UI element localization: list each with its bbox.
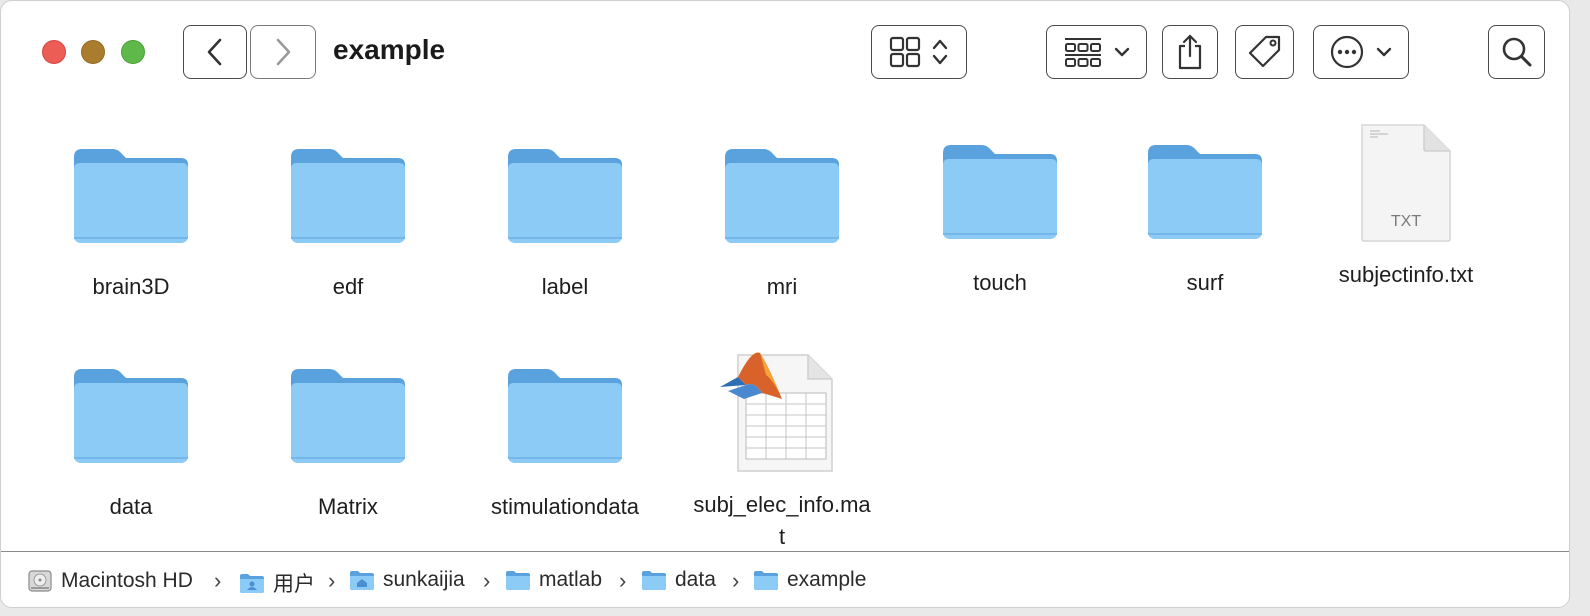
crumb-label: Macintosh HD xyxy=(61,569,193,592)
toolbar: example xyxy=(1,1,1569,101)
path-bar: Macintosh HD › 用户 › sunkaijia › matlab ›… xyxy=(1,551,1569,607)
item-name: subjectinfo.txt xyxy=(1338,262,1474,287)
item-name: stimulationdata xyxy=(491,494,639,519)
tag-icon xyxy=(1248,35,1280,68)
share-button[interactable] xyxy=(1162,25,1218,79)
crumb-label: 用户 xyxy=(273,573,315,596)
chevron-right-icon xyxy=(276,38,291,66)
zoom-window-button[interactable] xyxy=(121,40,145,64)
crumb-label: matlab xyxy=(539,568,603,591)
item-name: surf xyxy=(1186,270,1224,295)
folder-icon xyxy=(725,149,839,243)
crumb-users[interactable]: 用户 xyxy=(239,568,315,598)
folder-icon xyxy=(291,369,405,463)
file-item-folder[interactable]: mri xyxy=(672,101,892,311)
close-window-button[interactable] xyxy=(42,40,66,64)
user-folder-icon xyxy=(240,574,264,593)
folder-icon xyxy=(1148,145,1262,239)
chevron-down-icon xyxy=(1376,47,1392,57)
file-item-mat[interactable]: subj_elec_info.ma t xyxy=(672,321,892,551)
folder-icon xyxy=(74,149,188,243)
crumb-macintosh-hd[interactable]: Macintosh HD xyxy=(27,568,193,594)
back-button[interactable] xyxy=(183,25,247,79)
file-item-folder[interactable]: touch xyxy=(890,101,1110,311)
crumb-matlab[interactable]: matlab xyxy=(505,568,602,592)
item-name: touch xyxy=(973,270,1027,295)
folder-icon xyxy=(642,571,666,590)
file-item-folder[interactable]: edf xyxy=(238,101,458,311)
group-icon xyxy=(1064,38,1101,67)
item-name: edf xyxy=(332,274,364,299)
file-item-folder[interactable]: label xyxy=(455,101,675,311)
search-icon xyxy=(1502,37,1531,67)
view-mode-button[interactable] xyxy=(871,25,967,79)
grid-view-icon xyxy=(889,36,921,68)
file-grid: brain3D edf label mri touch surf TXT sub… xyxy=(1,101,1569,551)
chevron-left-icon xyxy=(207,38,222,66)
item-name-line1: subj_elec_info.ma xyxy=(693,492,871,517)
forward-button[interactable] xyxy=(250,25,316,79)
crumb-label: data xyxy=(675,568,716,591)
item-name: Matrix xyxy=(318,494,378,519)
folder-icon xyxy=(506,571,530,590)
up-down-chevron-icon xyxy=(932,39,948,65)
crumb-label: sunkaijia xyxy=(383,568,465,591)
folder-icon xyxy=(74,369,188,463)
file-type-badge: TXT xyxy=(1390,213,1422,230)
item-name: brain3D xyxy=(92,274,170,299)
minimize-window-button[interactable] xyxy=(81,40,105,64)
chevron-down-icon xyxy=(1114,47,1129,57)
item-name: label xyxy=(541,274,589,299)
folder-icon xyxy=(508,149,622,243)
crumb-data[interactable]: data xyxy=(641,568,716,592)
tag-button[interactable] xyxy=(1235,25,1294,79)
item-name: data xyxy=(109,494,153,519)
file-item-folder[interactable]: surf xyxy=(1095,101,1315,311)
folder-icon xyxy=(754,571,778,590)
path-separator: › xyxy=(328,568,336,593)
path-separator: › xyxy=(619,568,627,593)
group-button[interactable] xyxy=(1046,25,1147,79)
window-title: example xyxy=(333,34,446,65)
item-name-line2: t xyxy=(778,524,786,549)
path-separator: › xyxy=(483,568,491,593)
more-actions-button[interactable] xyxy=(1313,25,1409,79)
crumb-home[interactable]: sunkaijia xyxy=(349,568,465,592)
finder-window: example brain3D edf label mri touch surf… xyxy=(0,0,1570,608)
file-item-folder[interactable]: data xyxy=(21,321,241,531)
matlab-file-icon xyxy=(720,352,833,472)
ellipsis-circle-icon xyxy=(1330,35,1364,69)
folder-icon xyxy=(508,369,622,463)
file-item-folder[interactable]: stimulationdata xyxy=(455,321,675,531)
path-separator: › xyxy=(732,568,740,593)
search-button[interactable] xyxy=(1488,25,1545,79)
file-item-folder[interactable]: brain3D xyxy=(21,101,241,311)
folder-icon xyxy=(943,145,1057,239)
path-separator: › xyxy=(214,568,222,593)
share-icon xyxy=(1178,34,1202,70)
hard-drive-icon xyxy=(28,570,52,592)
home-folder-icon xyxy=(350,571,374,590)
folder-icon xyxy=(291,149,405,243)
file-item-folder[interactable]: Matrix xyxy=(238,321,458,531)
crumb-label: example xyxy=(787,568,867,591)
file-item-txt[interactable]: TXT subjectinfo.txt xyxy=(1296,101,1516,311)
crumb-example[interactable]: example xyxy=(753,568,866,592)
item-name: mri xyxy=(766,274,798,299)
